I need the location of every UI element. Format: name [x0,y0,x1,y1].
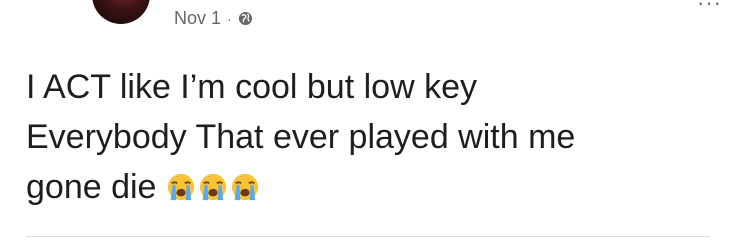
crying-face-emoji-icon [231,173,259,201]
meta-separator: · [227,10,232,27]
post-line-2: Everybody That ever played with me [26,118,576,156]
more-options-icon[interactable]: ··· [697,0,722,16]
crying-face-emoji-icon [167,173,195,201]
post-meta: Nov 1 · [174,8,253,29]
back-arrow-icon[interactable] [22,0,44,8]
crying-face-emoji-icon [199,173,227,201]
post-line-3-text: gone die [26,168,157,206]
post-body: I ACT like I’m cool but low key Everybod… [26,62,716,212]
post-divider [26,236,710,237]
post-timestamp[interactable]: Nov 1 [174,8,221,29]
globe-icon [238,11,252,26]
post-line-3: gone die [26,162,716,212]
post-line-1: I ACT like I’m cool but low key [26,68,477,106]
avatar[interactable] [92,0,150,24]
